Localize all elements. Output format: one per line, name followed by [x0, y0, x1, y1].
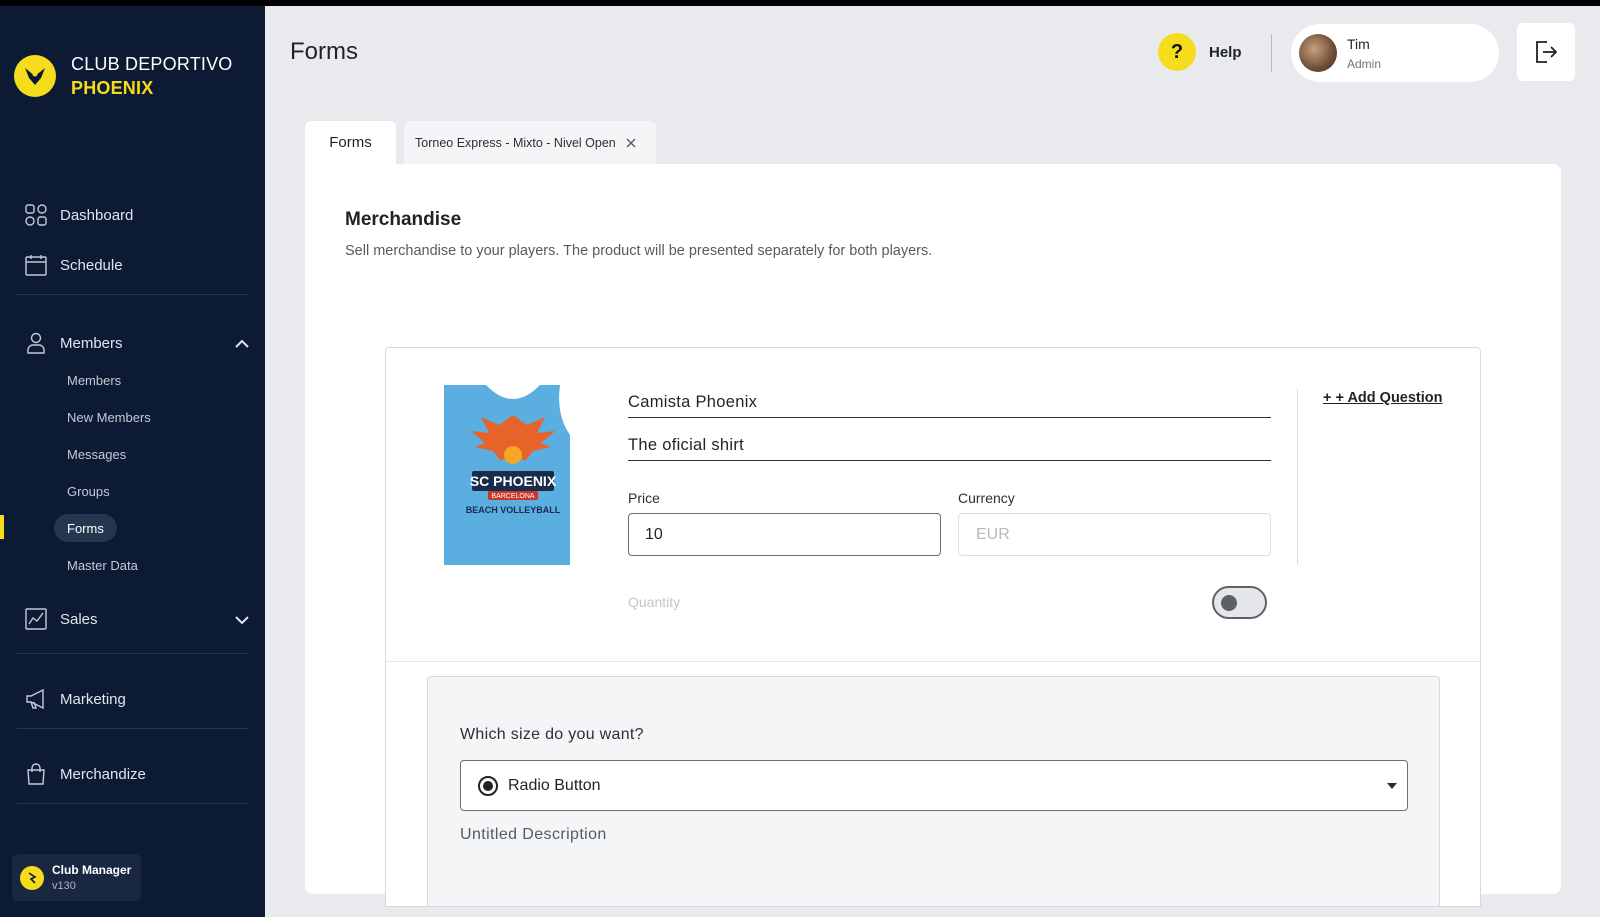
sidebar-item-label: Marketing	[60, 690, 126, 708]
sidebar-item-sales[interactable]: Sales	[24, 604, 98, 634]
sidebar-subitem-members[interactable]: Members	[54, 366, 134, 394]
page-title: Forms	[290, 38, 358, 65]
section-description: Sell merchandise to your players. The pr…	[345, 243, 933, 259]
avatar	[1299, 34, 1337, 72]
user-name: Tim	[1347, 35, 1370, 52]
sidebar: CLUB DEPORTIVO PHOENIX Dashboard Schedul…	[0, 6, 265, 917]
tab-label: Torneo Express - Mixto - Nivel Open	[415, 135, 616, 150]
shopping-bag-icon	[24, 762, 48, 786]
sidebar-subitem-master-data[interactable]: Master Data	[54, 551, 151, 579]
price-input[interactable]: 10	[628, 513, 941, 556]
quantity-toggle[interactable]	[1212, 586, 1267, 619]
megaphone-icon	[24, 687, 48, 711]
chevron-down-icon[interactable]	[234, 612, 250, 628]
calendar-icon	[24, 253, 48, 277]
add-question-button[interactable]: + + Add Question	[1323, 390, 1443, 406]
app-name: Club Manager	[52, 863, 132, 877]
club-manager-logo-icon	[20, 865, 44, 890]
header-separator	[1271, 34, 1272, 72]
sidebar-divider	[17, 294, 249, 295]
caret-down-icon	[1387, 783, 1397, 789]
sidebar-item-label: Sales	[60, 610, 98, 628]
logout-icon	[1536, 41, 1558, 63]
sidebar-divider	[17, 653, 249, 654]
sidebar-item-merchandize[interactable]: Merchandize	[24, 759, 146, 789]
sidebar-subitem-forms[interactable]: Forms	[54, 514, 117, 542]
logout-button[interactable]	[1517, 23, 1575, 81]
question-title[interactable]: Which size do you want?	[460, 726, 644, 744]
sidebar-subitem-groups[interactable]: Groups	[54, 477, 123, 505]
sidebar-item-dashboard[interactable]: Dashboard	[24, 200, 133, 230]
vertical-divider	[1297, 389, 1298, 565]
quantity-label: Quantity	[628, 594, 681, 610]
tab-forms[interactable]: Forms	[305, 121, 396, 164]
product-name-field[interactable]: Camista Phoenix	[628, 388, 1271, 418]
question-description[interactable]: Untitled Description	[460, 826, 607, 844]
shirt-text-sport: BEACH VOLLEYBALL	[466, 505, 561, 515]
sidebar-item-label: Merchandize	[60, 765, 146, 783]
app-version: v130	[52, 880, 76, 892]
phoenix-logo-icon	[14, 55, 56, 97]
brand[interactable]: CLUB DEPORTIVO PHOENIX	[14, 52, 233, 100]
toggle-knob	[1221, 595, 1237, 611]
shirt-text-city: BARCELONA	[491, 493, 535, 500]
sidebar-item-members[interactable]: Members	[24, 328, 123, 358]
product-image[interactable]: SC PHOENIX BARCELONA BEACH VOLLEYBALL	[444, 385, 582, 565]
grid-icon	[24, 203, 48, 227]
section-title: Merchandise	[345, 209, 462, 230]
currency-label: Currency	[958, 490, 1015, 506]
sidebar-subitem-messages[interactable]: Messages	[54, 440, 139, 468]
help-label: Help	[1209, 43, 1242, 61]
question-type-select[interactable]: Radio Button	[460, 760, 1408, 811]
active-indicator	[0, 515, 4, 539]
sidebar-item-label: Dashboard	[60, 206, 134, 224]
shirt-text-main: SC PHOENIX	[470, 473, 557, 489]
brand-name-line1: CLUB DEPORTIVO	[71, 54, 233, 74]
app-version-card: Club Manager v130	[12, 854, 141, 901]
help-button[interactable]: ? Help	[1158, 33, 1242, 71]
user-role: Admin	[1347, 56, 1382, 71]
question-type-label: Radio Button	[508, 776, 601, 794]
close-icon[interactable]	[624, 136, 638, 150]
sidebar-divider	[17, 728, 249, 729]
sidebar-divider	[17, 803, 249, 804]
sidebar-subitem-new-members[interactable]: New Members	[54, 403, 164, 431]
sidebar-item-marketing[interactable]: Marketing	[24, 684, 126, 714]
sidebar-item-label: Members	[60, 334, 123, 352]
sidebar-item-label: Schedule	[60, 256, 123, 274]
radio-button-icon	[478, 775, 498, 796]
help-icon: ?	[1158, 33, 1196, 71]
sidebar-item-schedule[interactable]: Schedule	[24, 250, 123, 280]
chevron-up-icon[interactable]	[234, 336, 250, 352]
price-label: Price	[628, 490, 660, 506]
product-divider	[386, 661, 1480, 662]
user-icon	[24, 331, 48, 355]
brand-name-line2: PHOENIX	[71, 78, 154, 98]
tab-torneo-express[interactable]: Torneo Express - Mixto - Nivel Open	[404, 121, 656, 164]
user-profile[interactable]: Tim Admin	[1291, 24, 1499, 82]
currency-input[interactable]: EUR	[958, 513, 1271, 556]
product-description-field[interactable]: The oficial shirt	[628, 431, 1271, 461]
chart-icon	[24, 607, 48, 631]
